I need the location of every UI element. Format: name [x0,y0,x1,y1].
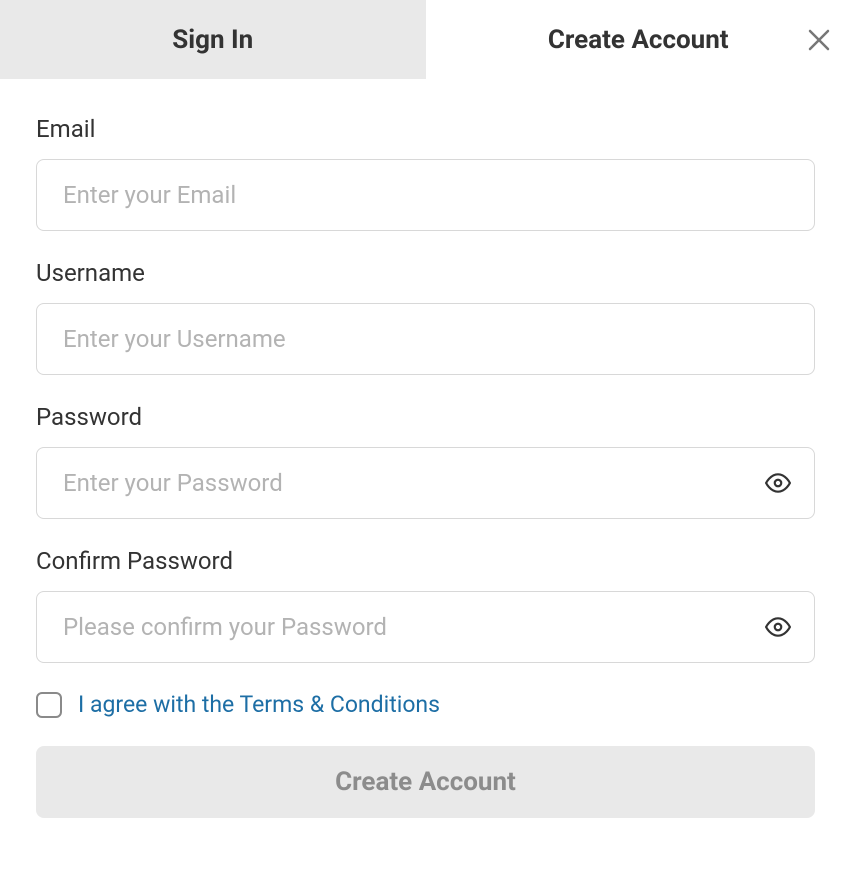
close-icon [808,29,830,51]
username-input[interactable] [36,303,815,375]
eye-icon [765,470,791,496]
eye-icon [765,614,791,640]
auth-tabs: Sign In Create Account [0,0,851,79]
username-input-wrapper [36,303,815,375]
password-field-group: Password [36,403,815,519]
password-input-wrapper [36,447,815,519]
create-account-form: Email Username Password Confirm Password [0,79,851,846]
terms-link[interactable]: I agree with the Terms & Conditions [78,691,440,718]
terms-row: I agree with the Terms & Conditions [36,691,815,718]
email-input[interactable] [36,159,815,231]
toggle-password-visibility[interactable] [763,468,793,498]
confirm-password-input-wrapper [36,591,815,663]
password-input[interactable] [36,447,815,519]
confirm-password-label: Confirm Password [36,547,815,575]
toggle-confirm-password-visibility[interactable] [763,612,793,642]
tab-create-account[interactable]: Create Account [426,0,851,79]
create-account-button[interactable]: Create Account [36,746,815,818]
password-label: Password [36,403,815,431]
email-input-wrapper [36,159,815,231]
email-field-group: Email [36,115,815,231]
confirm-password-field-group: Confirm Password [36,547,815,663]
username-label: Username [36,259,815,287]
tab-sign-in[interactable]: Sign In [0,0,426,79]
confirm-password-input[interactable] [36,591,815,663]
terms-checkbox[interactable] [36,692,62,718]
username-field-group: Username [36,259,815,375]
close-button[interactable] [805,26,833,54]
email-label: Email [36,115,815,143]
